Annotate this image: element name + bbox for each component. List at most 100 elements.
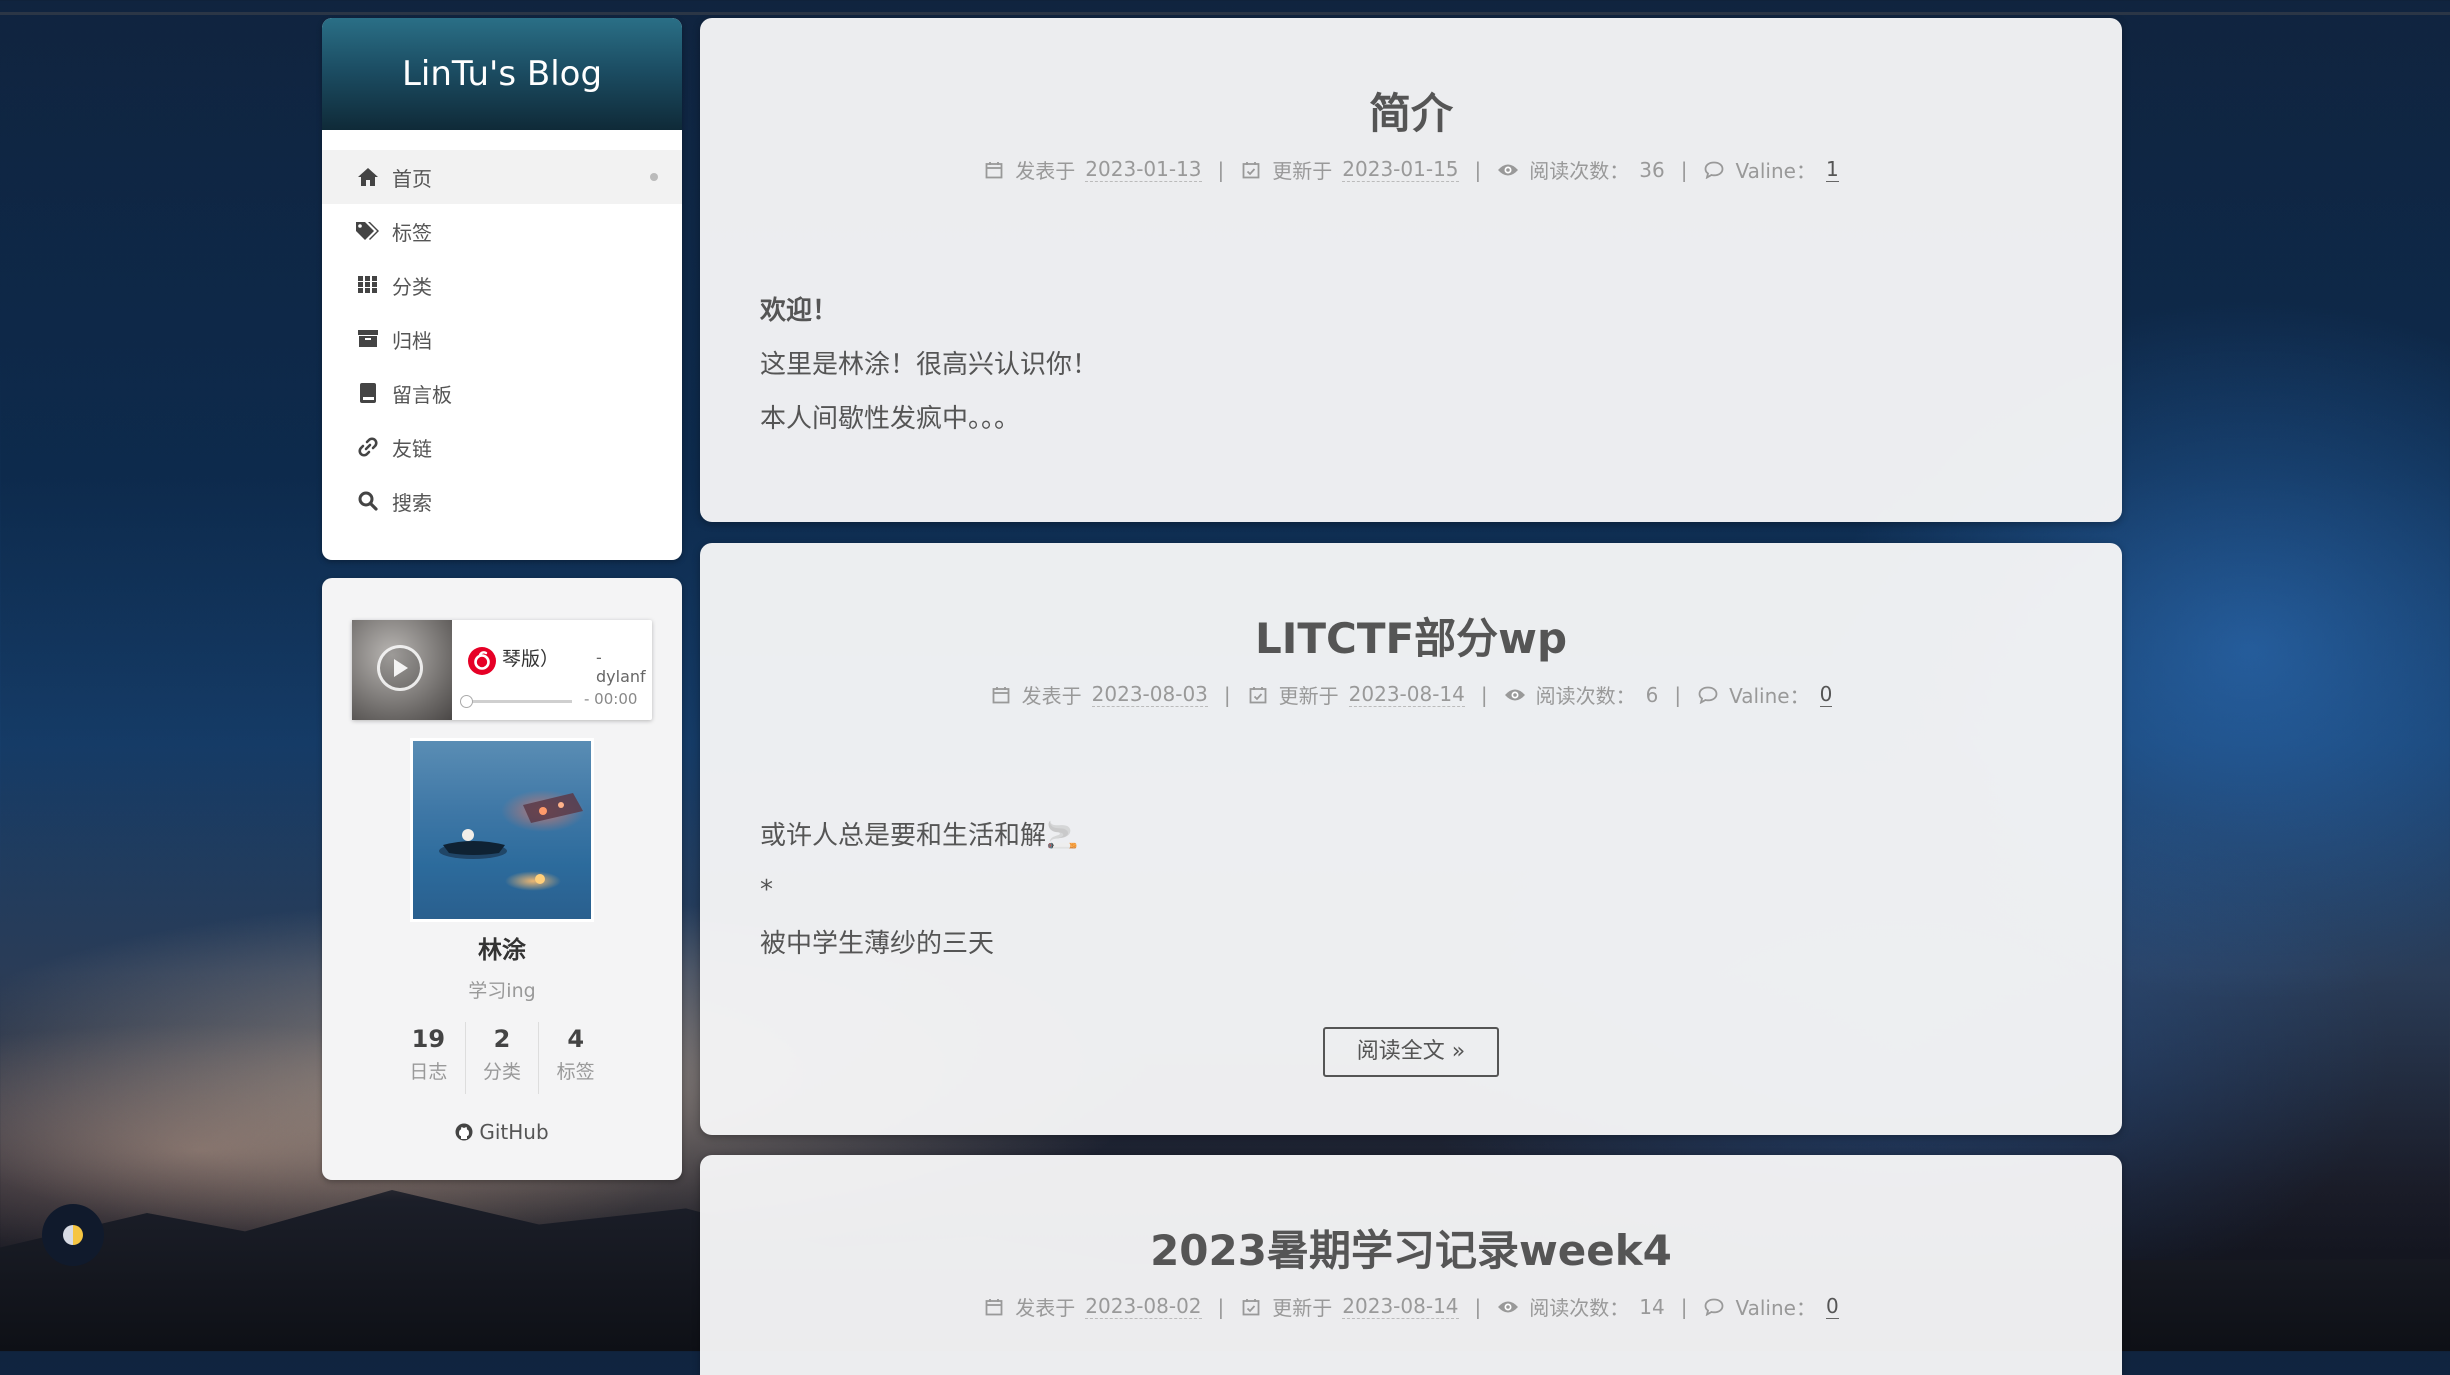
stat-posts[interactable]: 19 日志	[392, 1022, 465, 1094]
menu-item-tags[interactable]: 标签	[322, 204, 682, 258]
menu-item-home[interactable]: 首页	[322, 150, 682, 204]
calendar-icon	[983, 1296, 1005, 1318]
meta-separator: |	[1223, 682, 1231, 707]
stat-tags[interactable]: 4 标签	[538, 1022, 612, 1094]
stat-label: 分类	[483, 1061, 522, 1083]
meta-separator: |	[1474, 157, 1482, 182]
post-line: 被中学生薄纱的三天	[760, 929, 995, 959]
meta-separator: |	[1680, 1294, 1688, 1319]
stat-count: 2	[493, 1025, 511, 1053]
meta-updated-date: 2023-08-14	[1348, 682, 1465, 707]
meta-posted-date: 2023-08-03	[1091, 682, 1208, 707]
author-description: 学习ing	[468, 980, 536, 1002]
meta-updated-label: 更新于	[1278, 684, 1339, 708]
menu-item-search[interactable]: 搜索	[322, 474, 682, 528]
album-cover	[352, 620, 452, 720]
menu-item-label: 标签	[392, 220, 432, 245]
stat-label: 日志	[409, 1061, 448, 1083]
meta-views-count: 36	[1639, 157, 1665, 182]
post-line: *	[760, 875, 773, 905]
menu-item-label: 分类	[392, 274, 432, 299]
meta-views-count: 14	[1639, 1294, 1665, 1319]
post-meta: 发表于 2023-01-13 | 更新于 2023-01-15 | 阅读次数： …	[700, 155, 2122, 184]
menu-item-label: 友链	[392, 436, 432, 461]
archive-icon	[354, 327, 382, 351]
meta-separator: |	[1680, 157, 1688, 182]
calendar-icon	[990, 684, 1012, 706]
github-link[interactable]: GitHub	[322, 1120, 682, 1144]
post-excerpt: 欢迎！ 这里是林涂！很高兴认识你！ 本人间歇性发疯中。。。	[700, 284, 2122, 446]
calendar-check-icon	[1240, 1296, 1262, 1318]
meta-posted-label: 发表于	[1015, 1296, 1076, 1320]
post-line: 本人间歇性发疯中。。。	[760, 404, 1021, 434]
eye-icon	[1497, 1296, 1519, 1318]
meta-separator: |	[1217, 1294, 1225, 1319]
post-meta: 发表于 2023-08-02 | 更新于 2023-08-14 | 阅读次数： …	[700, 1292, 2122, 1321]
post-line: 或许人总是要和生活和解🚬	[760, 821, 1079, 851]
calendar-check-icon	[1247, 684, 1269, 706]
sidebar-overview-card: 琴版） - dylanf - 00:00 林涂 学习ing 19 日志 2 分类…	[322, 578, 682, 1180]
github-label: GitHub	[479, 1120, 549, 1144]
link-icon	[354, 435, 382, 459]
menu-item-label: 留言板	[392, 382, 452, 407]
meta-posted-label: 发表于	[1015, 159, 1076, 183]
comment-icon	[1703, 1296, 1725, 1318]
meta-views-label: 阅读次数：	[1535, 684, 1636, 708]
sidebar-brand-card: LinTu's Blog 首页 标签 分类 归档 留言板 友链 搜索	[322, 18, 682, 560]
read-more-button[interactable]: 阅读全文 »	[1323, 1027, 1499, 1077]
netease-music-icon	[467, 646, 497, 676]
menu-item-label: 搜索	[392, 490, 432, 515]
readmore-wrap: 阅读全文 »	[700, 1027, 2122, 1077]
meta-separator: |	[1474, 1294, 1482, 1319]
post-card: 简介 发表于 2023-01-13 | 更新于 2023-01-15 | 阅读次…	[700, 18, 2122, 522]
music-player: 琴版） - dylanf - 00:00	[352, 620, 652, 720]
meta-views-count: 6	[1645, 682, 1659, 707]
menu-item-categories[interactable]: 分类	[322, 258, 682, 312]
top-progress-line	[0, 12, 2450, 15]
dark-mode-toggle[interactable]	[42, 1204, 104, 1266]
progress-bar[interactable]	[464, 700, 572, 703]
meta-updated-date: 2023-01-15	[1342, 157, 1459, 182]
site-brand: LinTu's Blog	[322, 18, 682, 130]
main-menu: 首页 标签 分类 归档 留言板 友链 搜索	[322, 150, 682, 528]
post-title[interactable]: 2023暑期学习记录week4	[700, 1155, 2122, 1278]
menu-item-archives[interactable]: 归档	[322, 312, 682, 366]
play-button[interactable]	[377, 645, 423, 691]
home-icon	[354, 165, 382, 189]
post-meta: 发表于 2023-08-03 | 更新于 2023-08-14 | 阅读次数： …	[700, 680, 2122, 709]
stat-count: 19	[411, 1025, 446, 1053]
meta-posted-date: 2023-08-02	[1085, 1294, 1202, 1319]
menu-item-guestbook[interactable]: 留言板	[322, 366, 682, 420]
active-dot-indicator	[650, 173, 658, 181]
tags-icon	[354, 219, 382, 243]
play-icon	[394, 659, 408, 677]
site-title[interactable]: LinTu's Blog	[402, 54, 602, 94]
meta-comments-label: Valine：	[1735, 1296, 1816, 1320]
half-moon-icon	[63, 1225, 83, 1245]
meta-posted-date: 2023-01-13	[1085, 157, 1202, 182]
post-title[interactable]: 简介	[700, 18, 2122, 141]
avatar	[410, 738, 594, 922]
meta-comments-count[interactable]: 0	[1819, 682, 1833, 707]
stat-count: 4	[567, 1025, 585, 1053]
meta-updated-label: 更新于	[1272, 159, 1333, 183]
meta-updated-label: 更新于	[1272, 1296, 1333, 1320]
post-title[interactable]: LITCTF部分wp	[700, 543, 2122, 666]
meta-posted-label: 发表于	[1021, 684, 1082, 708]
post-card: 2023暑期学习记录week4 发表于 2023-08-02 | 更新于 202…	[700, 1155, 2122, 1375]
menu-item-friend-links[interactable]: 友链	[322, 420, 682, 474]
post-line: 欢迎！	[760, 296, 839, 326]
meta-comments-label: Valine：	[1729, 684, 1810, 708]
meta-separator: |	[1674, 682, 1682, 707]
calendar-icon	[983, 159, 1005, 181]
stat-categories[interactable]: 2 分类	[464, 1022, 539, 1094]
site-stats: 19 日志 2 分类 4 标签	[392, 1022, 612, 1094]
progress-knob[interactable]	[460, 695, 473, 708]
search-icon	[354, 489, 382, 513]
menu-item-label: 首页	[392, 166, 432, 191]
book-icon	[354, 381, 382, 405]
meta-comments-count[interactable]: 0	[1825, 1294, 1839, 1319]
meta-comments-count[interactable]: 1	[1825, 157, 1839, 182]
meta-separator: |	[1480, 682, 1488, 707]
post-line: 这里是林涂！很高兴认识你！	[760, 350, 1099, 380]
